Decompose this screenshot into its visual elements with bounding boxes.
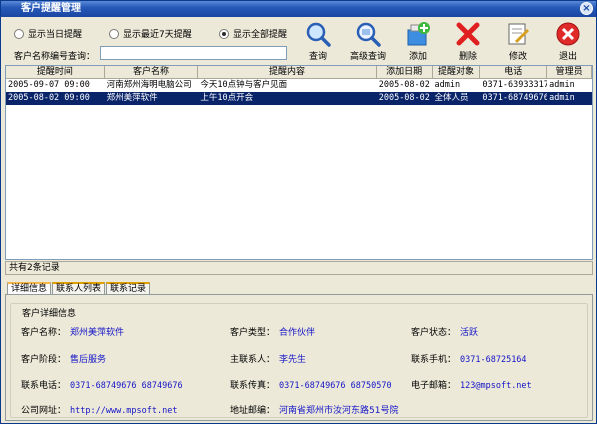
advanced-search-icon [356,22,381,47]
customer-stage-field: 客户阶段： 售后服务 [21,352,106,365]
field-value: 合作伙伴 [279,328,316,338]
website-field: 公司网址： http://www.mpsoft.net [21,403,177,416]
exit-button[interactable]: 退出 [546,21,590,63]
delete-label: 删除 [458,52,477,62]
group-title: 客户详细信息 [20,306,79,319]
main-window: 客户提醒管理 × 显示当日提醒 显示最近7天提醒 显示全部提醒 客户名称编号查询… [0,0,597,424]
field-value: 0371-68749676 68749676 [70,381,183,391]
field-value: 0371-68749676 68750570 [279,381,392,391]
radio-dot [14,28,24,39]
search-input[interactable] [100,46,287,60]
field-label: 联系手机： [411,355,457,365]
table-cell: 河南郑州海明电脑公司 [106,80,192,90]
field-label: 客户状态： [411,328,457,338]
field-label: 客户类型： [230,328,276,338]
column-header[interactable]: 添加日期 [377,66,433,78]
advanced-query-button[interactable]: 高级查询 [346,21,390,63]
edit-label: 修改 [508,52,527,62]
query-label: 查询 [308,52,327,62]
email-field: 电子邮箱： 123@mpsoft.net [411,378,532,391]
field-label: 联系电话： [21,381,67,391]
column-header[interactable]: 提醒内容 [198,66,377,78]
field-value: http://www.mpsoft.net [70,406,178,416]
query-button[interactable]: 查询 [296,21,340,63]
add-button[interactable]: 添加 [396,21,440,63]
field-value: 郑州美萍软件 [70,328,125,338]
table-cell: 0371-68749676 [482,93,548,103]
main-contact-field: 主联系人： 李先生 [230,352,306,365]
field-label: 公司网址： [21,406,67,416]
field-value: 0371-68725164 [460,355,527,365]
field-label: 电子邮箱： [411,381,457,391]
table-row-selected[interactable]: 2005-08-02 09:00 郑州美萍软件 上午10点开会 2005-08-… [6,92,592,105]
radio-dot [219,28,229,39]
field-value: 123@mpsoft.net [460,381,532,391]
table-cell: admin [549,80,575,90]
table-cell: 2005-08-02 [378,80,430,90]
table-cell: 2005-08-02 09:00 [8,93,90,103]
table-cell: 全体人员 [434,93,469,103]
field-value: 活跃 [460,328,479,338]
field-value: 河南省郑州市汝河东路51号院 [279,406,399,416]
column-header[interactable]: 提醒时间 [6,66,105,78]
table-row[interactable]: 2005-09-07 09:00 河南郑州海明电脑公司 今天10点钟与客户见面 … [6,79,592,92]
customer-state-field: 客户状态： 活跃 [411,325,478,338]
delete-icon [456,22,480,46]
toolbar: 显示当日提醒 显示最近7天提醒 显示全部提醒 客户名称编号查询： 查询 高级查询… [1,17,596,65]
filter-7days-radio[interactable]: 显示最近7天提醒 [109,27,192,40]
column-header[interactable]: 提醒对象 [433,66,481,78]
add-label: 添加 [408,52,427,62]
edit-button[interactable]: 修改 [496,21,540,63]
field-value: 售后服务 [70,355,107,365]
radio-label: 显示当日提醒 [28,30,83,40]
field-label: 主联系人： [230,355,276,365]
customer-name-field: 客户名称： 郑州美萍软件 [21,325,124,338]
table-cell: 0371-63933317 [482,80,548,90]
column-header[interactable]: 电话 [480,66,548,78]
edit-icon [508,23,530,45]
mobile-field: 联系手机： 0371-68725164 [411,352,527,365]
table-cell: admin [434,80,461,90]
customer-detail-group: 客户详细信息 客户名称： 郑州美萍软件 客户类型： 合作伙伴 客户状态： 活跃 客户阶… [10,303,588,418]
field-label: 客户阶段： [21,355,67,365]
reminder-grid[interactable]: 提醒时间 客户名称 提醒内容 添加日期 提醒对象 电话 管理员 2005-09-… [5,65,593,260]
table-cell: 2005-09-07 09:00 [8,80,90,90]
exit-label: 退出 [558,52,577,62]
table-cell: 今天10点钟与客户见面 [200,80,288,90]
fax-field: 联系传真： 0371-68749676 68750570 [230,378,392,391]
field-label: 联系传真： [230,381,276,391]
delete-button[interactable]: 删除 [446,21,490,63]
detail-panel: 客户详细信息 客户名称： 郑州美萍软件 客户类型： 合作伙伴 客户状态： 活跃 客户阶… [5,294,593,421]
table-cell: 上午10点开会 [200,93,254,103]
record-count-status: 共有2条记录 [5,261,593,275]
table-cell: 2005-08-02 [378,93,430,103]
field-value: 李先生 [279,355,307,365]
column-header[interactable]: 管理员 [547,66,592,78]
field-label: 客户名称： [21,328,67,338]
exit-icon [556,22,580,46]
table-cell: admin [549,93,575,103]
window-title: 客户提醒管理 [21,3,81,14]
radio-label: 显示最近7天提醒 [123,30,192,40]
customer-type-field: 客户类型： 合作伙伴 [230,325,315,338]
advanced-query-label: 高级查询 [349,52,386,62]
column-header[interactable]: 客户名称 [105,66,199,78]
address-field: 地址邮编： 河南省郑州市汝河东路51号院 [230,403,398,416]
radio-dot [109,28,119,39]
search-label: 客户名称编号查询： [14,52,96,62]
title-bar: 客户提醒管理 × [1,1,596,17]
phone-field: 联系电话： 0371-68749676 68749676 [21,378,183,391]
close-button[interactable]: × [580,2,593,15]
add-icon [407,22,430,46]
grid-header: 提醒时间 客户名称 提醒内容 添加日期 提醒对象 电话 管理员 [6,66,592,79]
filter-today-radio[interactable]: 显示当日提醒 [14,27,82,40]
radio-label: 显示全部提醒 [233,30,288,40]
field-label: 地址邮编： [230,406,276,416]
table-cell: 郑州美萍软件 [106,93,158,103]
magnifier-icon [306,22,331,47]
filter-all-radio[interactable]: 显示全部提醒 [219,27,287,40]
